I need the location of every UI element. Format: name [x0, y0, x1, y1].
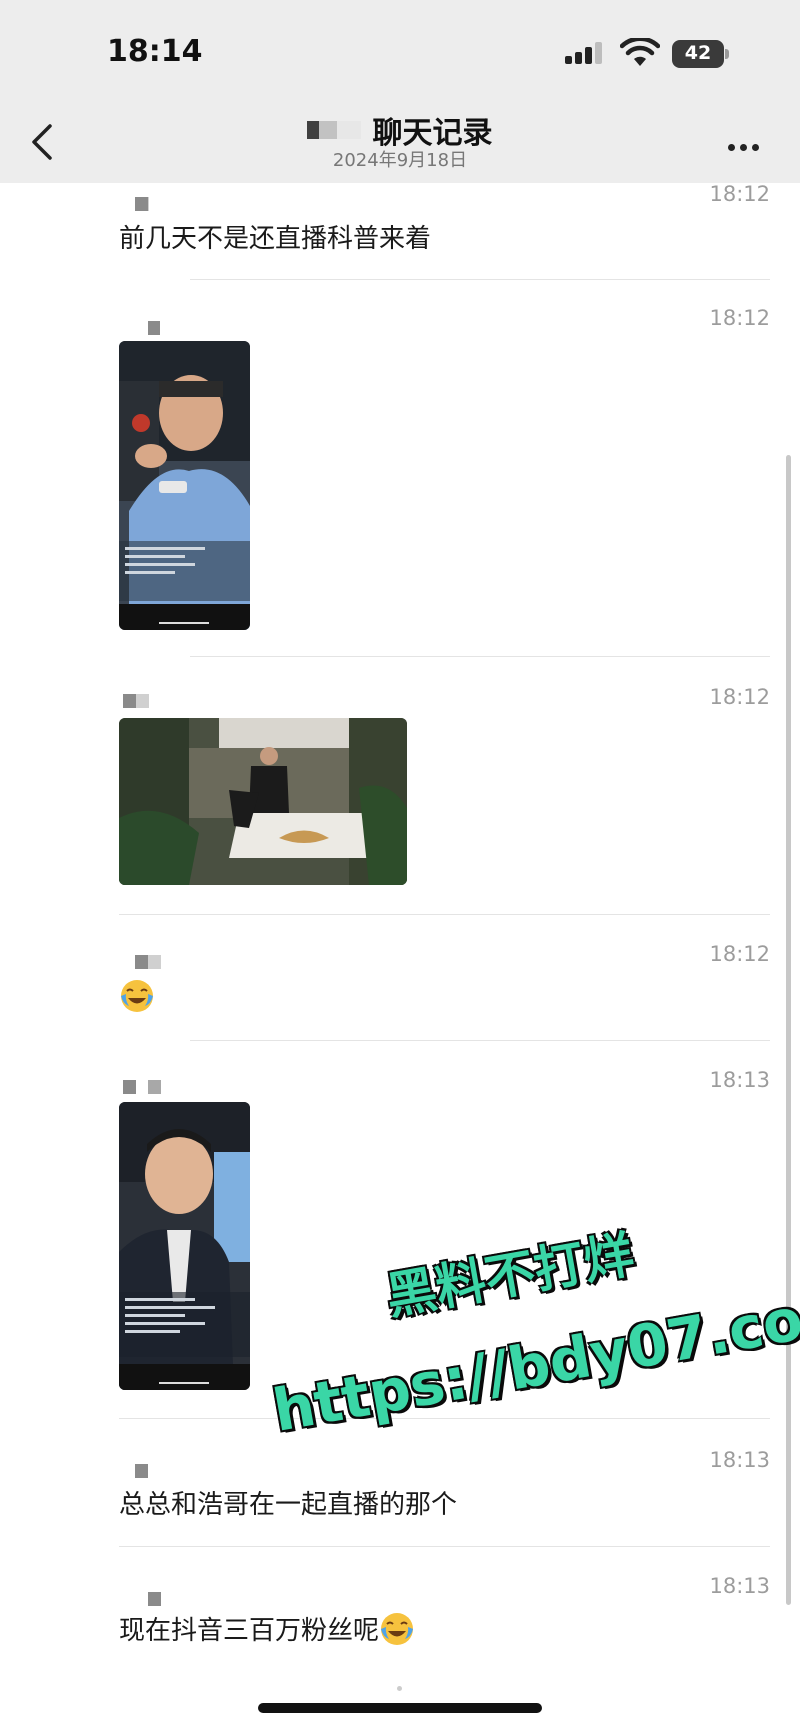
- page-indicator-dot: [397, 1686, 402, 1691]
- laughing-crying-emoji-icon: [121, 980, 153, 1012]
- watermark-title: 黑料不打烊: [381, 1225, 639, 1326]
- wifi-icon: [620, 38, 660, 66]
- video-thumbnail-man-in-suit[interactable]: [119, 1102, 250, 1390]
- status-bar: 18:14 42: [0, 0, 800, 100]
- video-thumbnail-police[interactable]: [119, 341, 250, 630]
- battery-icon: 42: [672, 40, 730, 68]
- message-time: 18:12: [709, 685, 770, 709]
- message-divider: [119, 1418, 770, 1419]
- message-text-row: 现在抖音三百万粉丝呢: [119, 1610, 415, 1647]
- more-options-icon[interactable]: [728, 136, 768, 151]
- message-text: 现在抖音三百万粉丝呢: [119, 1616, 380, 1646]
- message-time: 18:13: [709, 1574, 770, 1598]
- message-divider: [190, 656, 770, 657]
- home-indicator[interactable]: [258, 1703, 542, 1713]
- nav-bar: 聊天记录 2024年9月18日: [0, 100, 800, 183]
- blurred-sender-name: [148, 321, 160, 335]
- message-text: 总总和浩哥在一起直播的那个: [119, 1490, 458, 1520]
- scrollbar[interactable]: [786, 455, 791, 1605]
- blurred-sender-name: [148, 1592, 161, 1606]
- status-time: 18:14: [107, 34, 203, 69]
- laughing-crying-emoji-icon: [381, 1613, 414, 1645]
- message-text: 前几天不是还直播科普来着: [119, 224, 432, 254]
- message-time: 18:12: [709, 942, 770, 966]
- message-divider: [119, 914, 770, 915]
- image-thumbnail-room[interactable]: [119, 718, 407, 885]
- message-divider: [119, 1546, 770, 1547]
- blurred-sender-name: [135, 1464, 148, 1478]
- message-time: 18:12: [709, 182, 770, 206]
- blurred-contact-name: [307, 121, 362, 139]
- message-time: 18:13: [709, 1448, 770, 1472]
- blurred-sender-name: [135, 197, 149, 211]
- blurred-sender-name: [123, 694, 149, 708]
- battery-level: 42: [684, 42, 712, 64]
- message-time: 18:12: [709, 306, 770, 330]
- blurred-sender-name: [123, 1080, 161, 1094]
- blurred-sender-name: [135, 955, 161, 969]
- message-time: 18:13: [709, 1068, 770, 1092]
- cellular-signal-icon: [565, 42, 602, 64]
- message-divider: [190, 1040, 770, 1041]
- chat-date: 2024年9月18日: [332, 150, 468, 171]
- message-divider: [190, 279, 770, 280]
